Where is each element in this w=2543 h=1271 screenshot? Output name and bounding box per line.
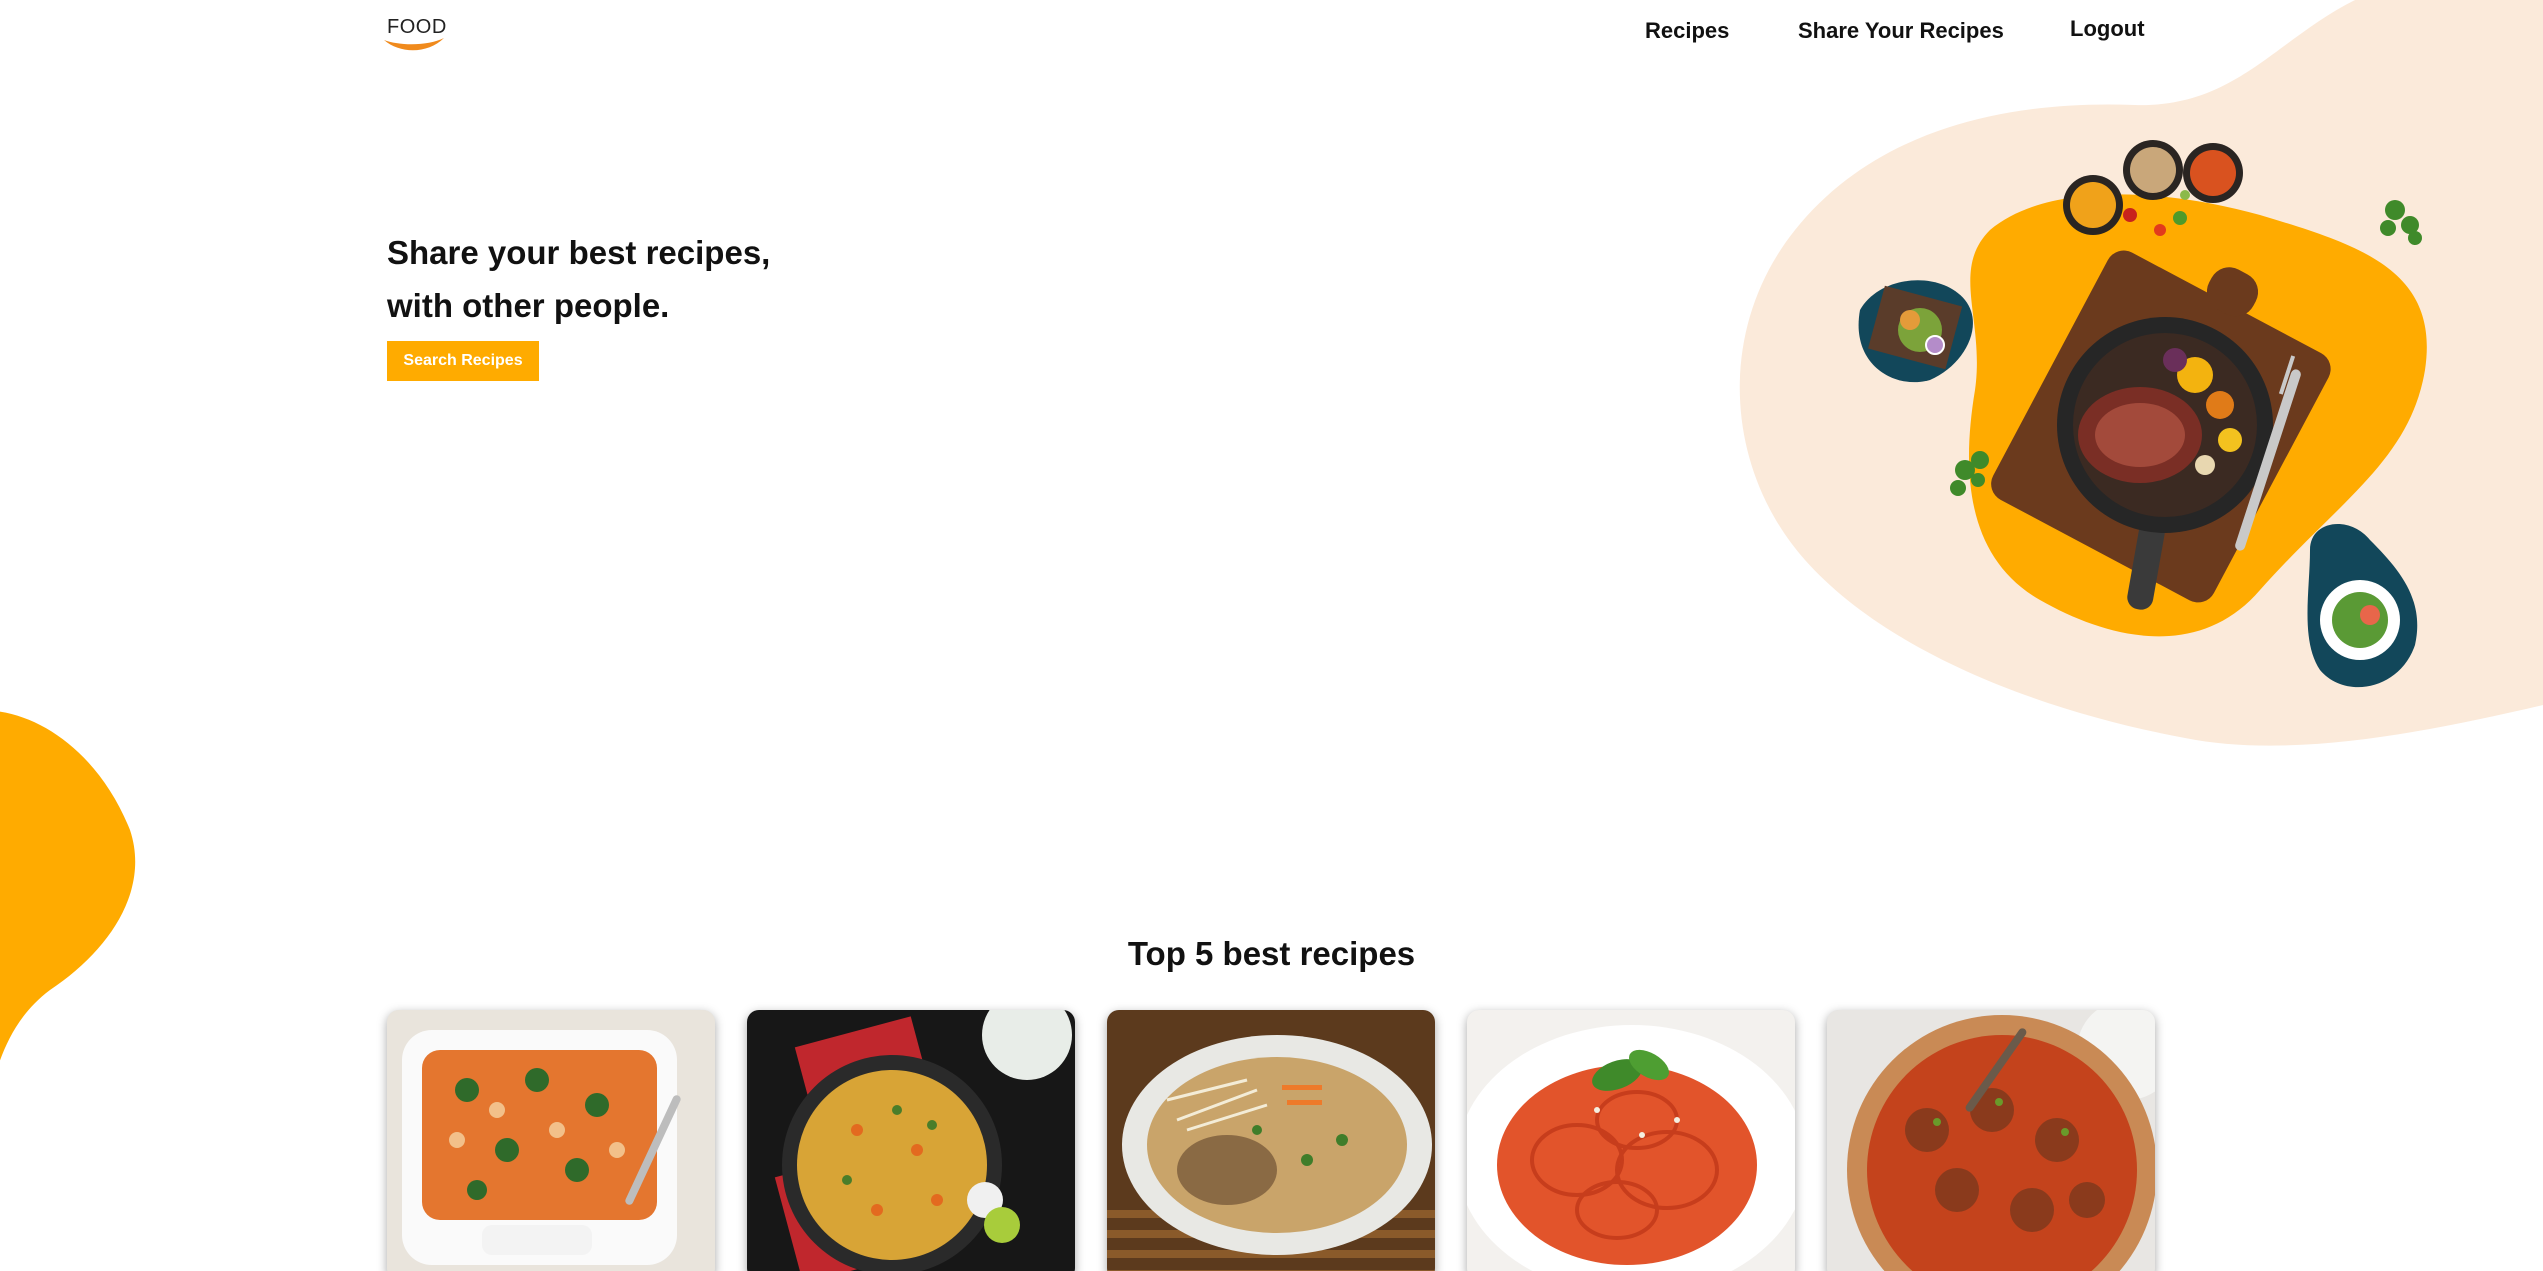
logo-smile-icon bbox=[384, 38, 444, 51]
hero-title-line2: with other people. bbox=[387, 287, 670, 324]
left-orange-blob bbox=[0, 711, 136, 1061]
logo-link[interactable]: FOOD bbox=[382, 16, 446, 60]
search-recipes-button[interactable]: Search Recipes bbox=[387, 341, 539, 381]
pad-thai-noodle-bowl-image bbox=[1107, 1010, 1435, 1271]
nav-share-recipes-link[interactable]: Share Your Recipes bbox=[1798, 18, 2004, 44]
biryani-rice-bowl-image bbox=[747, 1010, 1075, 1271]
page: FOOD Recipes Share Your Recipes Logout S… bbox=[0, 0, 2543, 1271]
baked-pasta-dish-image bbox=[387, 1010, 715, 1271]
recipe-card-spaghetti-meatballs[interactable] bbox=[1827, 1010, 2155, 1271]
hero-title-line1: Share your best recipes, bbox=[387, 234, 771, 271]
spaghetti-meatballs-image bbox=[1827, 1010, 2155, 1271]
spaghetti-marinara-image bbox=[1467, 1010, 1795, 1271]
recipe-card-pad-thai[interactable] bbox=[1107, 1010, 1435, 1271]
recipe-card-baked-pasta[interactable] bbox=[387, 1010, 715, 1271]
recipe-card-spaghetti-marinara[interactable] bbox=[1467, 1010, 1795, 1271]
nav-recipes-link[interactable]: Recipes bbox=[1645, 18, 1729, 44]
nav-logout-link[interactable]: Logout bbox=[2070, 16, 2145, 42]
recipe-card-biryani[interactable] bbox=[747, 1010, 1075, 1271]
hero-title: Share your best recipes, with other peop… bbox=[387, 226, 770, 332]
top-recipes-title: Top 5 best recipes bbox=[1127, 935, 1416, 972]
hero-food-illustration bbox=[1858, 140, 2427, 688]
top-recipes-list bbox=[387, 1010, 2155, 1271]
